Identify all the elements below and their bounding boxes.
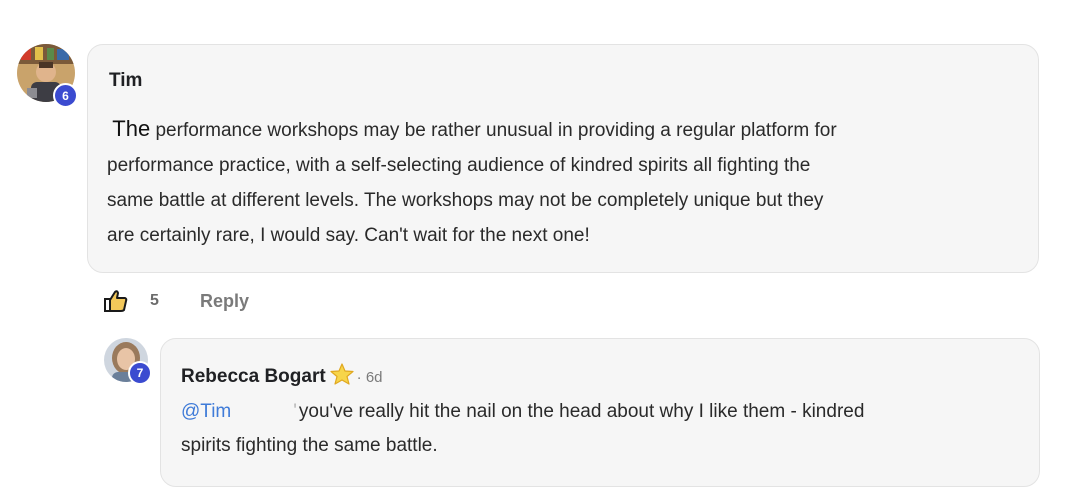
- comment-line-3: same battle at different levels. The wor…: [107, 190, 824, 211]
- reply-bubble: Rebecca Bogart · 6d @Tim ' you've really h…: [160, 338, 1040, 487]
- reply-button[interactable]: Reply: [200, 291, 249, 312]
- reply-line-1: @Tim ' you've really hit the nail on the h…: [181, 395, 1031, 429]
- comment-author[interactable]: Tim: [109, 70, 142, 92]
- comment-body: The performance workshops may be rather …: [107, 111, 1027, 253]
- level-badge-tim: 6: [53, 83, 78, 108]
- comment-line-1: The performance workshops may be rather …: [107, 111, 1027, 148]
- like-count: 5: [150, 292, 159, 309]
- mention-link[interactable]: @Tim: [181, 401, 231, 422]
- mention-tail-mark: ': [293, 401, 297, 422]
- comment-bubble: Tim The performance workshops may be rat…: [87, 44, 1039, 273]
- level-badge-rebecca: 7: [128, 361, 152, 385]
- reply-author[interactable]: Rebecca Bogart: [181, 366, 326, 387]
- reply-author-row: Rebecca Bogart · 6d: [181, 363, 383, 391]
- comment-line-1-text: performance workshops may be rather unus…: [155, 120, 837, 141]
- reply-timestamp: · 6d: [356, 369, 383, 386]
- comment-line-2: performance practice, with a self-select…: [107, 155, 811, 176]
- comment-lead-word: The: [112, 116, 151, 141]
- comment-line-4: are certainly rare, I would say. Can't w…: [107, 225, 590, 246]
- reply-body: @Tim ' you've really hit the nail on the h…: [181, 395, 1031, 463]
- thumbs-up-icon[interactable]: [103, 288, 129, 314]
- star-icon: [330, 363, 354, 391]
- comment-thread: 6 Tim The performance workshops may be r…: [0, 0, 1084, 503]
- reply-line-2: spirits fighting the same battle.: [181, 435, 438, 456]
- reply-line-1-text: you've really hit the nail on the head a…: [298, 401, 865, 422]
